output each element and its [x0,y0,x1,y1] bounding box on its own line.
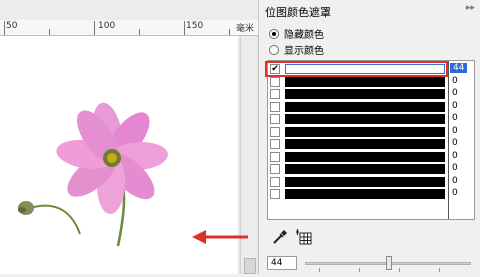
row-tolerance: 0 [452,138,458,148]
color-swatch[interactable] [285,189,445,199]
color-list-row[interactable]: 0 [268,138,474,150]
color-list-row[interactable]: ✔ 44 [265,61,474,77]
row-checkbox[interactable] [270,89,280,99]
panel-title: 位图颜色遮罩 [265,6,331,19]
tolerance-input[interactable]: 44 [267,256,297,270]
row-tolerance: 0 [452,175,458,186]
ruler-tick [229,29,230,35]
ruler-tick [4,21,5,35]
row-checkbox[interactable] [270,126,280,137]
row-checkbox[interactable] [270,189,280,199]
radio-show-colors[interactable]: 显示颜色 [269,42,324,57]
color-swatch[interactable] [285,76,445,87]
row-tolerance: 0 [452,113,458,123]
color-swatch[interactable] [285,101,445,112]
radio-button[interactable] [269,44,279,55]
row-checkbox[interactable] [270,101,280,112]
row-tolerance: 0 [452,75,458,86]
row-checkbox[interactable] [270,164,280,174]
radio-label: 隐藏颜色 [284,30,324,41]
color-list-row[interactable]: 0 [268,125,474,138]
arrow-left-icon [192,230,248,244]
tolerance-slider-thumb[interactable] [386,256,393,270]
ruler-tick [49,29,50,35]
scrollbar-thumb[interactable] [244,258,256,274]
color-swatch[interactable] [285,176,445,187]
ruler-label: 50 [6,21,18,31]
color-list-row[interactable]: 0 [268,75,474,88]
horizontal-ruler[interactable]: 50 100 150 毫米 [0,20,258,36]
color-list-row[interactable]: 0 [268,100,474,113]
document-area: 50 100 150 毫米 [0,0,258,274]
bitmap-color-mask-panel: 位图颜色遮罩 ▸▸ 隐藏颜色 显示颜色 ✔ 44 0 0 0 0 0 0 0 0 0 0 44 [258,0,480,274]
color-list-row[interactable]: 0 [268,188,474,200]
slider-tick [399,268,400,272]
color-swatch[interactable] [285,126,445,137]
radio-label: 显示颜色 [284,46,324,57]
row-tolerance: 0 [452,100,458,111]
ruler-label: 150 [186,21,204,31]
ruler-tick [94,21,95,35]
row-tolerance: 0 [452,163,458,173]
row-checkbox[interactable] [270,76,280,87]
slider-tick [359,268,360,272]
edit-color-icon[interactable] [295,228,313,246]
row-checkbox[interactable] [270,114,280,124]
row-tolerance: 0 [452,150,458,161]
color-swatch[interactable] [285,139,445,149]
color-list-row[interactable]: 0 [268,113,474,125]
slider-tick [319,268,320,272]
color-swatch[interactable] [285,114,445,124]
collapse-icon[interactable]: ▸▸ [466,3,475,13]
radio-hide-colors[interactable]: 隐藏颜色 [269,26,324,41]
row-tolerance: 0 [452,88,458,98]
row-tolerance: 0 [452,188,458,198]
color-list-row[interactable]: 0 [268,150,474,163]
row-tolerance: 44 [450,63,468,73]
row-checkbox[interactable] [270,176,280,187]
radio-button[interactable] [269,28,279,39]
slider-tick [439,268,440,272]
row-checkbox[interactable] [270,151,280,162]
selection-highlight [265,61,448,77]
color-list-row[interactable]: 0 [268,175,474,188]
row-tolerance: 0 [452,125,458,136]
color-swatch[interactable] [285,151,445,162]
color-list[interactable]: ✔ 44 0 0 0 0 0 0 0 0 0 0 [265,60,475,220]
toolbar-strip [0,0,258,20]
color-swatch[interactable] [285,89,445,99]
ruler-unit: 毫米 [235,24,254,34]
ruler-label: 100 [98,21,116,31]
ruler-tick [184,21,185,35]
eyedropper-icon[interactable] [271,228,289,246]
row-checkbox[interactable] [270,139,280,149]
color-swatch[interactable] [285,164,445,174]
color-list-row[interactable]: 0 [268,163,474,175]
ruler-tick [139,29,140,35]
color-list-row[interactable]: 0 [268,88,474,100]
